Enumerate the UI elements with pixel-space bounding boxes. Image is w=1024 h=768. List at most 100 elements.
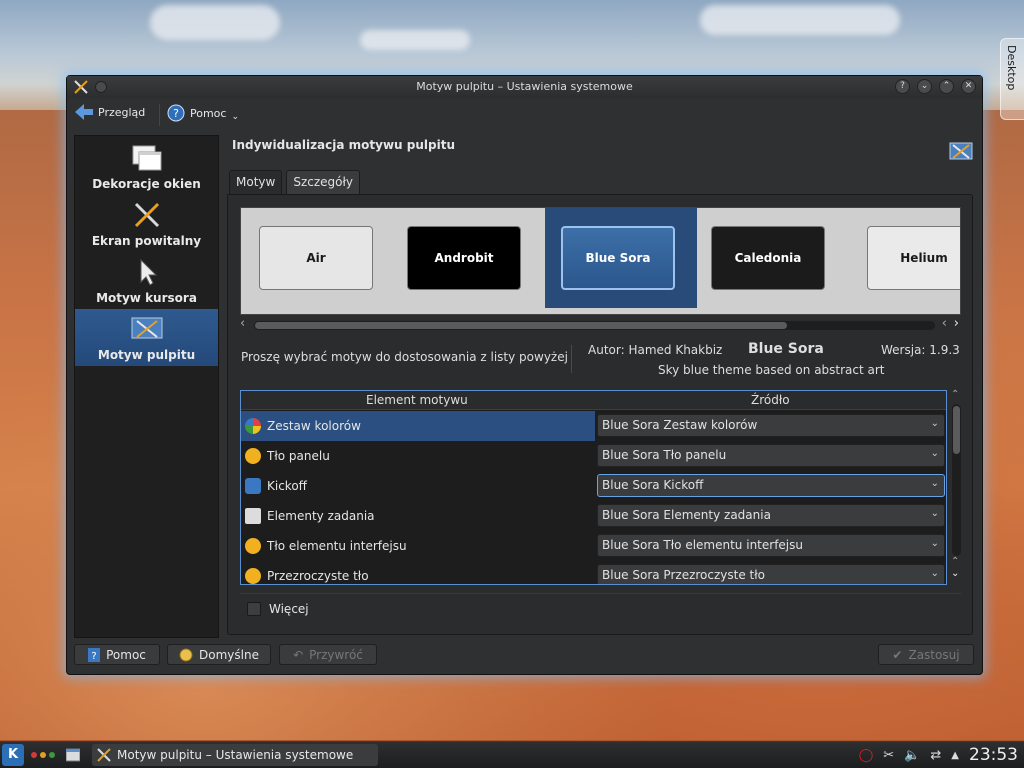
scrollbar-thumb[interactable] [953, 406, 960, 454]
widget-background-icon [245, 538, 261, 554]
cloud [360, 30, 470, 50]
table-scrollbar[interactable]: ⌃ ⌃ ⌄ [950, 389, 962, 585]
source-select[interactable]: Blue Sora Kickoff ⌄ [597, 474, 945, 497]
scrollbar-track[interactable] [952, 404, 961, 556]
theme-list[interactable]: Air Androbit Blue Sora Caledonia Helium [240, 207, 961, 315]
more-label[interactable]: Więcej [269, 602, 309, 616]
overview-button[interactable]: Przegląd [75, 104, 145, 120]
scrollbar-thumb[interactable] [255, 322, 787, 329]
scrollbar-track[interactable] [254, 321, 935, 330]
cloud [700, 5, 900, 35]
sidebar-item-desktop-theme[interactable]: Motyw pulpitu [75, 309, 218, 366]
column-header-source[interactable]: Źródło [751, 393, 790, 407]
chevron-down-icon[interactable]: ⌄ [951, 568, 959, 579]
help-button[interactable]: ? Pomoc [74, 644, 160, 665]
chevron-left-icon[interactable]: ‹ [942, 316, 947, 331]
theme-item-blue-sora[interactable]: Blue Sora [561, 226, 675, 290]
source-select[interactable]: Blue Sora Tło panelu ⌄ [597, 444, 945, 467]
reset-button[interactable]: ↶ Przywróć [279, 644, 377, 665]
checkmark-icon: ✔ [892, 647, 903, 662]
table-row[interactable]: Tło elementu interfejsu Blue Sora Tło el… [241, 531, 946, 561]
title-bar[interactable]: Motyw pulpitu – Ustawienia systemowe ? ⌄… [67, 76, 982, 98]
row-element-label: Kickoff [267, 479, 307, 493]
source-select-value: Blue Sora Przezroczyste tło [602, 568, 765, 582]
sidebar-item-cursor-theme[interactable]: Motyw kursora [75, 252, 218, 309]
help-button-label: Pomoc [106, 647, 146, 662]
table-row[interactable]: Tło panelu Blue Sora Tło panelu ⌄ [241, 441, 946, 471]
taskbar-task-settings[interactable]: Motyw pulpitu – Ustawienia systemowe [92, 744, 378, 766]
task-items-icon [245, 508, 261, 524]
chevron-down-icon: ⌄ [231, 112, 240, 122]
table-row[interactable]: Zestaw kolorów Blue Sora Zestaw kolorów ⌄ [241, 411, 946, 441]
sidebar-item-label: Ekran powitalny [91, 234, 202, 248]
overview-label: Przegląd [98, 105, 146, 119]
help-icon: ? [167, 104, 185, 122]
row-element-label: Zestaw kolorów [267, 419, 361, 433]
defaults-button[interactable]: Domyślne [167, 644, 271, 665]
theme-item-helium[interactable]: Helium [867, 226, 960, 290]
tab-details[interactable]: Szczegóły [286, 170, 360, 194]
activity-switcher[interactable] [31, 752, 55, 758]
table-row[interactable]: Przezroczyste tło Blue Sora Przezroczyst… [241, 561, 946, 584]
defaults-button-label: Domyślne [199, 647, 259, 662]
chevron-left-icon[interactable]: ‹ [240, 316, 245, 331]
source-select[interactable]: Blue Sora Zestaw kolorów ⌄ [597, 414, 945, 437]
theme-item-androbit[interactable]: Androbit [407, 226, 521, 290]
source-select[interactable]: Blue Sora Tło elementu interfejsu ⌄ [597, 534, 945, 557]
table-row[interactable]: Kickoff Blue Sora Kickoff ⌄ [241, 471, 946, 501]
kde-menu-button[interactable]: K [2, 744, 24, 766]
help-title-button[interactable]: ? [895, 79, 910, 94]
source-select[interactable]: Blue Sora Przezroczyste tło ⌄ [597, 564, 945, 584]
activity-dot [31, 752, 37, 758]
chevron-down-icon: ⌄ [930, 448, 939, 459]
theme-item-caledonia[interactable]: Caledonia [711, 226, 825, 290]
maximize-button[interactable]: ⌃ [939, 79, 954, 94]
info-separator [571, 345, 572, 373]
row-element-label: Tło panelu [267, 449, 330, 463]
row-element-label: Elementy zadania [267, 509, 375, 523]
theme-list-scrollbar[interactable]: ‹ ‹ › [240, 316, 961, 331]
scissors-icon[interactable]: ✂ [883, 748, 894, 763]
source-select-value: Blue Sora Tło panelu [602, 448, 727, 462]
tray-expand-icon[interactable]: ▲ [951, 750, 959, 761]
apply-button[interactable]: ✔ Zastosuj [878, 644, 974, 665]
kickoff-icon [245, 478, 261, 494]
sidebar-item-splash-screen[interactable]: Ekran powitalny [75, 195, 218, 252]
chevron-right-icon[interactable]: › [954, 316, 959, 331]
volume-icon[interactable]: 🔈 [904, 748, 920, 763]
tools-icon [97, 748, 111, 762]
chevron-down-icon: ⌄ [930, 418, 939, 429]
theme-item-label: Helium [900, 251, 948, 265]
theme-elements-table: Element motywu Źródło Zestaw kolorów Blu… [240, 390, 947, 585]
source-select-value: Blue Sora Tło elementu interfejsu [602, 538, 803, 552]
chevron-down-icon: ⌄ [930, 478, 939, 489]
table-header: Element motywu Źródło [241, 391, 946, 410]
help-menu-button[interactable]: ? Pomoc ⌄ [167, 104, 239, 122]
settings-window: Motyw pulpitu – Ustawienia systemowe ? ⌄… [66, 75, 983, 675]
color-scheme-icon [245, 418, 261, 434]
table-row[interactable]: Elementy zadania Blue Sora Elementy zada… [241, 501, 946, 531]
minimize-button[interactable]: ⌄ [917, 79, 932, 94]
theme-name: Blue Sora [748, 341, 824, 357]
chevron-down-icon: ⌄ [930, 508, 939, 519]
system-tray: ◯ ✂ 🔈 ⇄ ▲ 23:53 [859, 745, 1018, 765]
more-section: Więcej [240, 593, 961, 625]
sidebar-item-window-decorations[interactable]: Dekoracje okien [75, 138, 218, 195]
desktop-dashboard-tab[interactable]: Desktop [1000, 38, 1024, 120]
opera-icon[interactable]: ◯ [859, 748, 874, 763]
source-select[interactable]: Blue Sora Elementy zadania ⌄ [597, 504, 945, 527]
theme-item-air[interactable]: Air [259, 226, 373, 290]
svg-text:?: ? [173, 107, 179, 120]
page-title: Indywidualizacja motywu pulpitu [232, 138, 456, 152]
column-header-element[interactable]: Element motywu [366, 393, 468, 407]
chevron-up-icon[interactable]: ⌃ [951, 389, 959, 400]
chevron-up-icon[interactable]: ⌃ [951, 556, 959, 567]
show-desktop-icon[interactable] [66, 748, 80, 762]
clock[interactable]: 23:53 [969, 745, 1018, 765]
close-button[interactable]: ✕ [961, 79, 976, 94]
more-checkbox[interactable] [247, 602, 261, 616]
theme-author: Autor: Hamed Khakbiz [588, 343, 723, 357]
theme-item-label: Androbit [434, 251, 494, 265]
tab-theme[interactable]: Motyw [229, 170, 283, 194]
network-icon[interactable]: ⇄ [930, 748, 941, 763]
